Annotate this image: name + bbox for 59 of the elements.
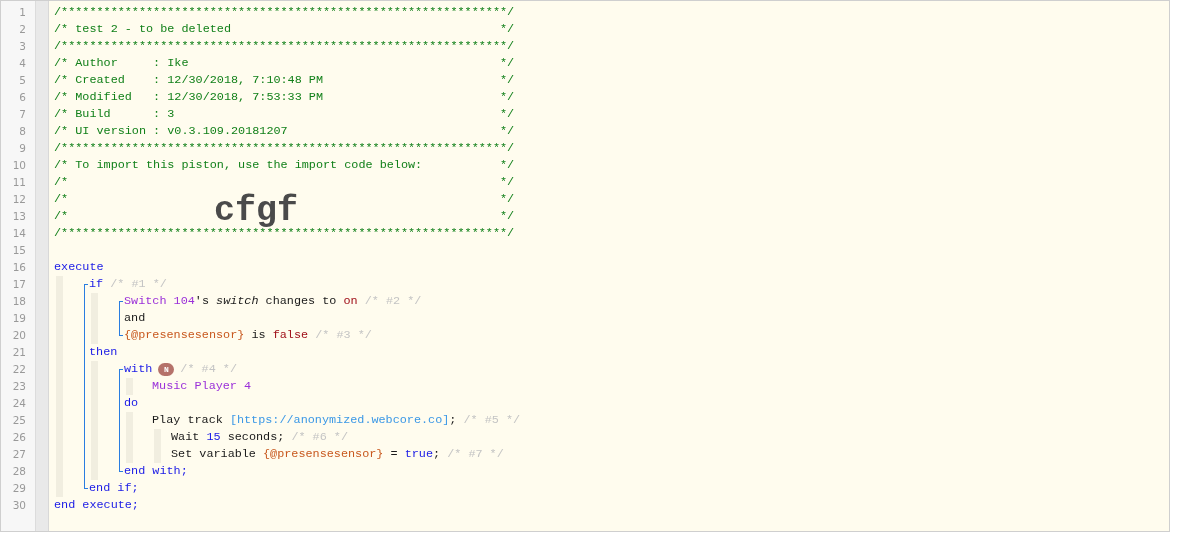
- code-text: then: [89, 344, 118, 361]
- code-text: end if;: [89, 480, 139, 497]
- line-number: 19: [11, 311, 27, 326]
- line-number: 16: [11, 260, 27, 275]
- line-number: 10: [11, 158, 27, 173]
- line-number: 4: [18, 56, 27, 71]
- line-number: 2: [18, 22, 27, 37]
- code-text: /***************************************************************/: [54, 140, 515, 157]
- line-number: 25: [11, 413, 27, 428]
- code-text: and: [124, 310, 146, 327]
- line-number: 8: [18, 124, 27, 139]
- line-number: 6: [18, 90, 27, 105]
- code-text: end execute;: [54, 497, 139, 514]
- line-number: 23: [11, 379, 27, 394]
- code-text: /* To import this piston, use the import code below: */: [54, 157, 515, 174]
- code-text: /* test 2 - to be deleted */: [54, 21, 515, 38]
- code-text: /* Created : 12/30/2018, 7:10:48 PM */: [54, 72, 515, 89]
- line-number: 11: [11, 175, 27, 190]
- code-text: if /* #1 */: [89, 276, 167, 293]
- line-number: 12: [11, 192, 27, 207]
- code-text: /***************************************************************/: [54, 38, 515, 55]
- code-text: /* #4 */: [180, 361, 237, 378]
- line-number: 3: [18, 39, 27, 54]
- line-number: 27: [11, 447, 27, 462]
- code-text: Switch 104's switch changes to on /* #2 */: [124, 293, 422, 310]
- code-text: /* */: [54, 174, 515, 191]
- code-text: /* Build : 3 */: [54, 106, 515, 123]
- line-number: 9: [18, 141, 27, 156]
- code-text: execute: [54, 259, 104, 276]
- line-number: 14: [11, 226, 27, 241]
- code-text: Wait 15 seconds; /* #6 */: [171, 429, 348, 446]
- code-text: /* UI version : v0.3.109.20181207 */: [54, 123, 515, 140]
- code-text: Music Player 4: [152, 378, 252, 395]
- line-number: 26: [11, 430, 27, 445]
- line-number: 7: [18, 107, 27, 122]
- line-number: 29: [11, 481, 27, 496]
- code-text: Set variable {@presensesensor} = true; /* #7 */: [171, 446, 504, 463]
- line-number: 28: [11, 464, 27, 479]
- line-number: 18: [11, 294, 27, 309]
- code-text: /* Author : Ike */: [54, 55, 515, 72]
- line-number: 20: [11, 328, 27, 343]
- line-number: 21: [11, 345, 27, 360]
- line-number: 17: [11, 277, 27, 292]
- line-number: 13: [11, 209, 27, 224]
- line-number: 30: [11, 498, 27, 513]
- line-number: 1: [18, 5, 27, 20]
- line-number: 15: [11, 243, 27, 258]
- code-text: with: [124, 361, 153, 378]
- line-number: 5: [18, 73, 27, 88]
- code-text: end with;: [124, 463, 188, 480]
- code-text: /***************************************************************/: [54, 4, 515, 21]
- block-bracket: [119, 301, 123, 336]
- code-text: Play track [https://anonymized.webcore.co]; /* #5 */: [152, 412, 521, 429]
- line-number: 22: [11, 362, 27, 377]
- code-text: {@presensesensor} is false /* #3 */: [124, 327, 372, 344]
- code-text: do: [124, 395, 139, 412]
- line-number: 24: [11, 396, 27, 411]
- code-text: /* Modified : 12/30/2018, 7:53:33 PM */: [54, 89, 515, 106]
- mode-badge: N: [158, 363, 175, 376]
